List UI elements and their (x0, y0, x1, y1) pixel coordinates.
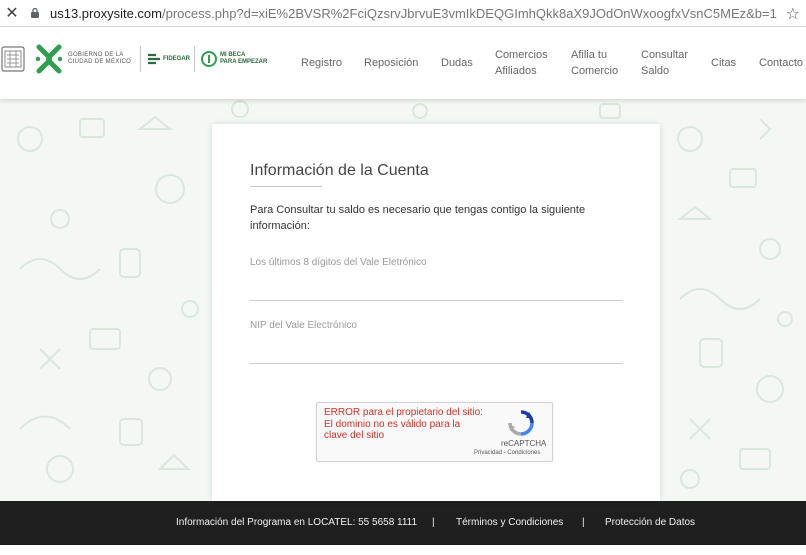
logo-divider (140, 46, 141, 72)
browser-address-bar: ✕ us13.proxysite.com/process.php?d=xiE%2… (0, 0, 806, 27)
nav-label: Registro (301, 57, 342, 69)
vale-digits-label: Los últimos 8 dígitos del Vale Eletrónic… (250, 257, 427, 268)
lock-icon[interactable] (28, 6, 42, 20)
gov-cdmx-text: GOBIERNO DE LA CIUDAD DE MÉXICO (68, 52, 136, 66)
nav-reposicion[interactable]: Reposición (364, 27, 418, 99)
recaptcha-error-line1: ERROR para el propietario del sitio: (324, 407, 483, 418)
mi-beca-logo[interactable]: MI BECA PARA EMPEZAR (201, 50, 282, 68)
nav-label-line1: Afilia tu (571, 49, 608, 61)
recaptcha-brand: reCAPTCHA (501, 439, 547, 448)
nip-input[interactable] (250, 342, 623, 364)
fidegar-logo[interactable]: FIDEGAR (147, 53, 190, 65)
bottom-strip (0, 545, 806, 555)
nav-label: Contacto (759, 57, 804, 69)
beca-line1: MI BECA (220, 52, 246, 58)
nav-citas[interactable]: Citas (711, 27, 736, 99)
gov-line2: CIUDAD DE MÉXICO (68, 59, 132, 65)
title-underline (250, 186, 322, 187)
card-title: Información de la Cuenta (250, 162, 429, 179)
footer-separator-2: | (582, 517, 585, 528)
intro-text: Para Consultar tu saldo es necesario que… (250, 204, 586, 232)
nav-label-line1: Comercios (495, 49, 548, 61)
footer-locatel-text: Información del Programa en LOCATEL: 55 … (176, 517, 418, 528)
nav-registro[interactable]: Registro (301, 27, 342, 99)
url-path: /process.php?d=xiE%2BVSR%2FciQzsrvJbrvuE… (162, 5, 777, 21)
beca-icon (201, 51, 217, 67)
nav-label-line2: Saldo (641, 65, 670, 77)
url-field[interactable]: us13.proxysite.com/process.php?d=xiE%2BV… (50, 6, 790, 21)
account-info-card: Información de la Cuenta Para Consultar … (212, 124, 660, 501)
coat-of-arms-icon (1, 46, 25, 72)
nip-label: NIP del Vale Electrónico (250, 320, 357, 331)
recaptcha-widget[interactable]: ERROR para el propietario del sitio: El … (316, 402, 553, 462)
logos-group: GOBIERNO DE LA CIUDAD DE MÉXICO FIDEGAR … (0, 41, 282, 77)
nav-label: Citas (711, 57, 737, 69)
recaptcha-error-message: ERROR para el propietario del sitio: El … (324, 407, 484, 442)
nav-dudas[interactable]: Dudas (441, 27, 473, 99)
cdmx-logo-icon[interactable] (34, 43, 64, 75)
gov-line1: GOBIERNO DE LA (68, 52, 124, 58)
site-header: GOBIERNO DE LA CIUDAD DE MÉXICO FIDEGAR … (0, 27, 806, 99)
logo-divider-2 (194, 46, 195, 72)
nav-afilia-comercio[interactable]: Afilia tu Comercio (571, 27, 618, 99)
site-footer: Información del Programa en LOCATEL: 55 … (0, 501, 806, 545)
close-icon[interactable]: ✕ (2, 3, 22, 23)
nav-comercios-afiliados[interactable]: Comercios Afiliados (495, 27, 548, 99)
recaptcha-logo-icon (508, 410, 534, 436)
nav-label: Dudas (441, 57, 473, 69)
nav-label-line1: Consultar (641, 49, 689, 61)
nav-label: Reposición (364, 57, 419, 69)
nav-label-line2: Afiliados (495, 65, 537, 77)
nav-consultar-saldo[interactable]: Consultar Saldo (641, 27, 688, 99)
vale-digits-input[interactable] (250, 279, 623, 301)
recaptcha-privacy-terms-link[interactable]: Privacidad - Condiciones (474, 450, 540, 456)
footer-separator: | (432, 517, 435, 528)
beca-line2: PARA EMPEZAR (220, 59, 268, 65)
footer-privacy-link[interactable]: Protección de Datos (605, 517, 695, 528)
beca-text: MI BECA PARA EMPEZAR (220, 52, 282, 66)
fidegar-text: FIDEGAR (163, 56, 190, 62)
nav-label-line2: Comercio (571, 65, 619, 77)
nav-contacto[interactable]: Contacto (759, 27, 803, 99)
recaptcha-error-line2: El dominio no es válido para la clave de… (324, 418, 461, 442)
bookmark-star-icon[interactable]: ☆ (786, 4, 800, 24)
fidegar-icon (148, 53, 160, 65)
url-host: us13.proxysite.com (50, 5, 162, 21)
footer-terms-link[interactable]: Términos y Condiciones (456, 517, 563, 528)
